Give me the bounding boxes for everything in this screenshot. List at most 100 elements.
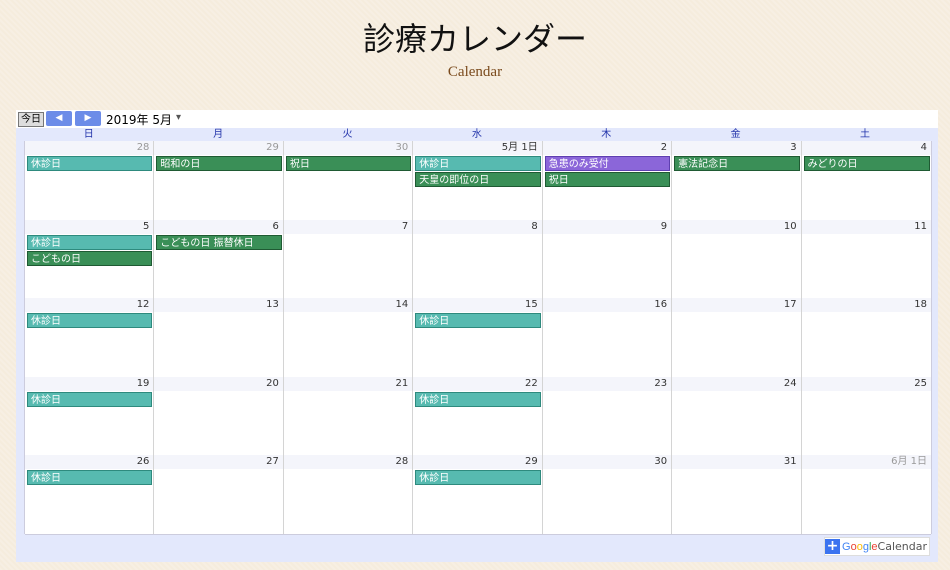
day-cell[interactable]: 27: [154, 455, 284, 534]
day-number: 30: [542, 455, 672, 470]
day-number: 20: [154, 376, 283, 391]
calendar-event[interactable]: 休診日: [415, 470, 541, 486]
day-cell[interactable]: 28: [283, 455, 414, 534]
day-number: 18: [801, 298, 931, 313]
day-number: 14: [283, 298, 413, 313]
day-number: 17: [672, 298, 801, 313]
day-number: 23: [542, 376, 672, 391]
add-to-google-calendar-button[interactable]: + Google Calendar: [824, 537, 930, 556]
calendar-event[interactable]: 休診日: [27, 391, 153, 407]
current-month-label: 2019年 5月: [106, 113, 172, 127]
weekday-label: 火: [342, 129, 353, 140]
day-cell[interactable]: 19 休診日: [25, 376, 155, 456]
day-cell[interactable]: 29 休診日: [413, 455, 543, 534]
page-title: 診療カレンダー: [362, 20, 587, 58]
day-cell[interactable]: 26 休診日: [25, 455, 155, 534]
day-cell[interactable]: 16: [542, 298, 673, 377]
week-row: 12 休診日 13 14 15 休診日 16 17 18: [25, 298, 931, 378]
day-number: 19: [25, 376, 154, 391]
day-cell[interactable]: 5 休診日 こどもの日: [25, 219, 155, 299]
day-number: 25: [801, 376, 931, 391]
week-row: 26 休診日 27 28 29 休診日 30 31 6月 1日: [25, 455, 931, 535]
day-cell[interactable]: 5月 1日 休診日 天皇の即位の日: [413, 141, 543, 220]
day-number: 28: [283, 455, 413, 470]
calendar-event[interactable]: 祝日: [285, 156, 412, 171]
calendar-event[interactable]: 休診日: [27, 313, 153, 329]
day-cell[interactable]: 30 祝日: [283, 141, 414, 220]
day-number: 15: [413, 298, 542, 313]
plus-icon: +: [825, 538, 841, 554]
calendar-event[interactable]: 休診日: [415, 156, 541, 171]
day-cell[interactable]: 14: [283, 298, 414, 377]
month-grid: 28 休診日 29 昭和の日 30 祝日 5月 1日 休診日 天皇の即位の日 2 急患のみ受付 祝日 3…: [24, 141, 932, 535]
calendar-event[interactable]: 休診日: [27, 234, 153, 250]
day-number: 9: [542, 219, 672, 234]
day-cell[interactable]: 25: [801, 376, 931, 456]
calendar-event[interactable]: みどりの日: [803, 156, 930, 171]
day-cell[interactable]: 20: [154, 376, 284, 456]
calendar-event[interactable]: 急患のみ受付: [544, 156, 671, 171]
day-number: 27: [154, 455, 283, 470]
weekday-label: 水: [471, 129, 482, 140]
day-cell[interactable]: 28 休診日: [25, 141, 155, 220]
weekday-label: 日: [83, 129, 94, 140]
day-cell[interactable]: 13: [154, 298, 284, 377]
day-cell[interactable]: 2 急患のみ受付 祝日: [542, 141, 673, 220]
weekday-header: 日月火水木金土: [24, 128, 930, 141]
google-logo: Google: [840, 541, 878, 553]
calendar-event[interactable]: 天皇の即位の日: [415, 172, 541, 187]
day-cell[interactable]: 9: [542, 219, 673, 299]
google-calendar-label: Calendar: [877, 540, 927, 553]
calendar-event[interactable]: 昭和の日: [156, 156, 282, 171]
day-cell[interactable]: 12 休診日: [25, 298, 155, 377]
day-cell[interactable]: 6月 1日: [801, 455, 931, 534]
calendar-event[interactable]: 休診日: [27, 470, 153, 486]
day-number: 11: [801, 219, 931, 234]
calendar-event[interactable]: 休診日: [415, 313, 541, 329]
day-cell[interactable]: 10: [672, 219, 802, 299]
day-number: 29: [154, 141, 283, 155]
day-cell[interactable]: 18: [801, 298, 931, 377]
chevron-right-icon: ▶: [84, 113, 92, 123]
day-cell[interactable]: 31: [672, 455, 802, 534]
next-month-button[interactable]: ▶: [75, 111, 101, 126]
day-cell[interactable]: 30: [542, 455, 673, 534]
week-row: 28 休診日 29 昭和の日 30 祝日 5月 1日 休診日 天皇の即位の日 2 急患のみ受付 祝日 3…: [25, 141, 931, 221]
day-number: 31: [672, 455, 801, 470]
day-cell[interactable]: 17: [672, 298, 802, 377]
day-cell[interactable]: 4 みどりの日: [801, 141, 931, 220]
week-row: 5 休診日 こどもの日 6 こどもの日 振替休日 7 8 9 10 11: [25, 219, 931, 300]
prev-month-button[interactable]: ◀: [46, 111, 72, 126]
day-number: 5月 1日: [413, 141, 542, 155]
day-cell[interactable]: 21: [283, 376, 414, 456]
calendar-event[interactable]: 休診日: [415, 391, 541, 407]
day-number: 12: [25, 298, 154, 313]
calendar-event[interactable]: こどもの日: [27, 250, 153, 266]
day-number: 29: [413, 455, 542, 470]
day-number: 21: [283, 376, 413, 391]
day-cell[interactable]: 7: [283, 219, 414, 299]
day-number: 26: [25, 455, 154, 470]
day-number: 6: [154, 219, 283, 234]
chevron-down-icon[interactable]: ▾: [176, 112, 181, 123]
calendar-event[interactable]: 休診日: [27, 156, 153, 171]
day-cell[interactable]: 8: [413, 219, 543, 299]
today-button[interactable]: 今日: [18, 112, 44, 127]
day-cell[interactable]: 3 憲法記念日: [672, 141, 802, 220]
day-cell[interactable]: 6 こどもの日 振替休日: [154, 219, 284, 299]
weekday-label: 金: [730, 129, 741, 140]
google-logo-letter: G: [842, 540, 851, 553]
day-cell[interactable]: 15 休診日: [413, 298, 543, 377]
day-number: 10: [672, 219, 801, 234]
day-number: 5: [25, 219, 154, 234]
day-cell[interactable]: 23: [542, 376, 673, 456]
calendar-event[interactable]: 憲法記念日: [674, 156, 800, 171]
day-number: 28: [25, 141, 154, 155]
day-cell[interactable]: 24: [672, 376, 802, 456]
day-cell[interactable]: 22 休診日: [413, 376, 543, 456]
day-cell[interactable]: 29 昭和の日: [154, 141, 284, 220]
calendar-event[interactable]: こどもの日 振替休日: [156, 234, 282, 250]
day-cell[interactable]: 11: [801, 219, 931, 299]
day-number: 6月 1日: [801, 455, 931, 470]
calendar-event[interactable]: 祝日: [544, 172, 671, 187]
